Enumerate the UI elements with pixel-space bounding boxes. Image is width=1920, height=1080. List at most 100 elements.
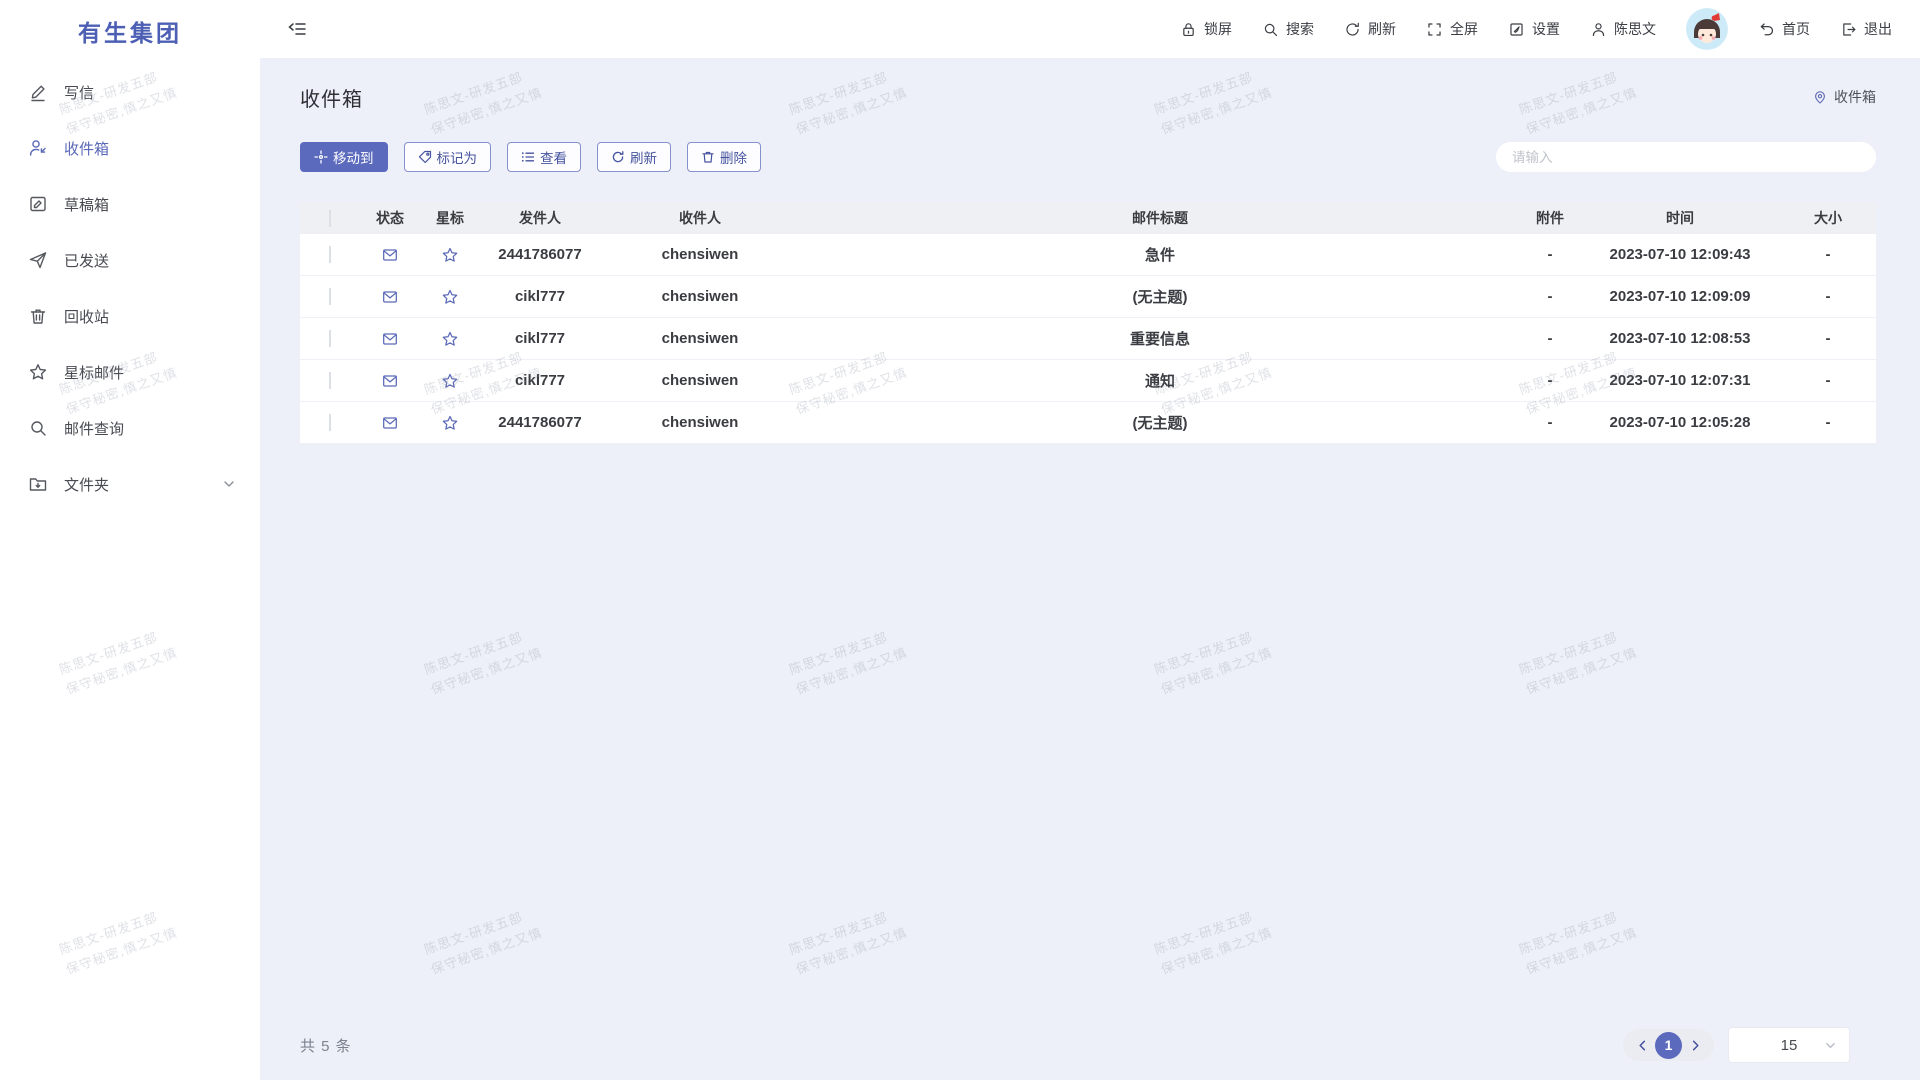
move-icon: [314, 150, 328, 164]
sidebar-item-inbox[interactable]: 收件箱: [0, 120, 260, 176]
sidebar-item-sent[interactable]: 已发送: [0, 232, 260, 288]
row-checkbox[interactable]: [329, 414, 331, 431]
star-icon[interactable]: [441, 288, 459, 306]
pencil-icon: [28, 82, 48, 102]
cell-size: -: [1780, 414, 1876, 431]
footer: 共 5 条 1 15: [300, 1026, 1876, 1064]
menu-fold-icon[interactable]: [286, 18, 308, 40]
cell-attachment: -: [1520, 330, 1580, 347]
list-icon: [521, 150, 535, 164]
settings-button[interactable]: 设置: [1508, 19, 1560, 39]
cell-time: 2023-07-10 12:08:53: [1580, 330, 1780, 347]
refresh-icon: [1344, 21, 1361, 38]
fullscreen-icon: [1426, 21, 1443, 38]
star-icon[interactable]: [441, 372, 459, 390]
trash-icon: [701, 150, 715, 164]
topbar: 锁屏 搜索 刷新 全屏 设置 陈思文 首页: [260, 0, 1920, 58]
table-row[interactable]: cikl777 chensiwen 重要信息 - 2023-07-10 12:0…: [300, 318, 1876, 360]
row-checkbox[interactable]: [329, 246, 331, 263]
folder-icon: [28, 474, 48, 494]
star-icon[interactable]: [441, 414, 459, 432]
sidebar-item-label: 收件箱: [64, 138, 109, 159]
move-to-button[interactable]: 移动到: [300, 142, 388, 172]
sidebar-item-compose[interactable]: 写信: [0, 64, 260, 120]
search-input[interactable]: [1496, 142, 1876, 172]
person-icon: [1590, 21, 1607, 38]
column-header-size: 大小: [1780, 208, 1876, 228]
cell-recipient: chensiwen: [600, 246, 800, 263]
refresh-list-button[interactable]: 刷新: [597, 142, 671, 172]
page-size-select[interactable]: 15: [1728, 1027, 1850, 1063]
sidebar-item-drafts[interactable]: 草稿箱: [0, 176, 260, 232]
home-button[interactable]: 首页: [1758, 19, 1810, 39]
cell-time: 2023-07-10 12:09:43: [1580, 246, 1780, 263]
cell-recipient: chensiwen: [600, 330, 800, 347]
global-search-button[interactable]: 搜索: [1262, 19, 1314, 39]
sidebar-menu: 写信 收件箱 草稿箱 已发送 回收站: [0, 64, 260, 512]
row-checkbox[interactable]: [329, 288, 331, 305]
sidebar-item-folders[interactable]: 文件夹: [0, 456, 260, 512]
view-button[interactable]: 查看: [507, 142, 581, 172]
mark-as-button[interactable]: 标记为: [404, 142, 492, 172]
sidebar-item-label: 文件夹: [64, 474, 109, 495]
logout-icon: [1840, 21, 1857, 38]
cell-sender: cikl777: [480, 372, 600, 389]
user-menu[interactable]: 陈思文: [1590, 19, 1656, 39]
cell-time: 2023-07-10 12:09:09: [1580, 288, 1780, 305]
inbox-user-icon: [28, 138, 48, 158]
cell-subject: 急件: [800, 244, 1520, 265]
logout-button[interactable]: 退出: [1840, 19, 1892, 39]
cell-time: 2023-07-10 12:05:28: [1580, 414, 1780, 431]
page-size-value: 15: [1781, 1037, 1798, 1054]
row-checkbox[interactable]: [329, 372, 331, 389]
envelope-icon: [381, 330, 399, 348]
trash-icon: [28, 306, 48, 326]
cell-attachment: -: [1520, 246, 1580, 263]
column-header-status: 状态: [360, 208, 420, 228]
breadcrumb: 收件箱: [1812, 87, 1876, 107]
envelope-icon: [381, 288, 399, 306]
page-number[interactable]: 1: [1655, 1032, 1682, 1059]
cell-subject: (无主题): [800, 286, 1520, 307]
cell-sender: 2441786077: [480, 414, 600, 431]
column-header-time: 时间: [1580, 208, 1780, 228]
cell-sender: cikl777: [480, 288, 600, 305]
delete-button[interactable]: 删除: [687, 142, 761, 172]
column-header-star: 星标: [420, 208, 480, 228]
star-icon[interactable]: [441, 330, 459, 348]
cell-attachment: -: [1520, 414, 1580, 431]
lock-screen-button[interactable]: 锁屏: [1180, 19, 1232, 39]
select-all-checkbox[interactable]: [329, 210, 331, 227]
star-icon[interactable]: [441, 246, 459, 264]
page-refresh-button[interactable]: 刷新: [1344, 19, 1396, 39]
sidebar-item-starred[interactable]: 星标邮件: [0, 344, 260, 400]
fullscreen-button[interactable]: 全屏: [1426, 19, 1478, 39]
next-page-button[interactable]: [1686, 1036, 1704, 1054]
sidebar-item-label: 回收站: [64, 306, 109, 327]
cell-size: -: [1780, 288, 1876, 305]
lock-icon: [1180, 21, 1197, 38]
table-row[interactable]: cikl777 chensiwen 通知 - 2023-07-10 12:07:…: [300, 360, 1876, 402]
envelope-icon: [381, 246, 399, 264]
column-header-sender: 发件人: [480, 208, 600, 228]
paper-plane-icon: [28, 250, 48, 270]
avatar[interactable]: [1686, 8, 1728, 50]
mail-toolbar: 移动到 标记为 查看 刷新 删除: [300, 142, 1876, 172]
sidebar-item-label: 草稿箱: [64, 194, 109, 215]
edit-square-icon: [1508, 21, 1525, 38]
cell-recipient: chensiwen: [600, 414, 800, 431]
chevron-down-icon: [1824, 1039, 1837, 1052]
pagination: 1: [1623, 1029, 1714, 1061]
cell-subject: 通知: [800, 370, 1520, 391]
table-row[interactable]: 2441786077 chensiwen (无主题) - 2023-07-10 …: [300, 402, 1876, 444]
chevron-right-icon: [1689, 1039, 1702, 1052]
sidebar: 有生集团 写信 收件箱 草稿箱 已发送: [0, 0, 260, 1080]
sidebar-item-mail-search[interactable]: 邮件查询: [0, 400, 260, 456]
cell-recipient: chensiwen: [600, 288, 800, 305]
row-checkbox[interactable]: [329, 330, 331, 347]
sidebar-item-trash[interactable]: 回收站: [0, 288, 260, 344]
table-row[interactable]: cikl777 chensiwen (无主题) - 2023-07-10 12:…: [300, 276, 1876, 318]
chevron-down-icon[interactable]: [222, 477, 236, 491]
table-row[interactable]: 2441786077 chensiwen 急件 - 2023-07-10 12:…: [300, 234, 1876, 276]
prev-page-button[interactable]: [1633, 1036, 1651, 1054]
